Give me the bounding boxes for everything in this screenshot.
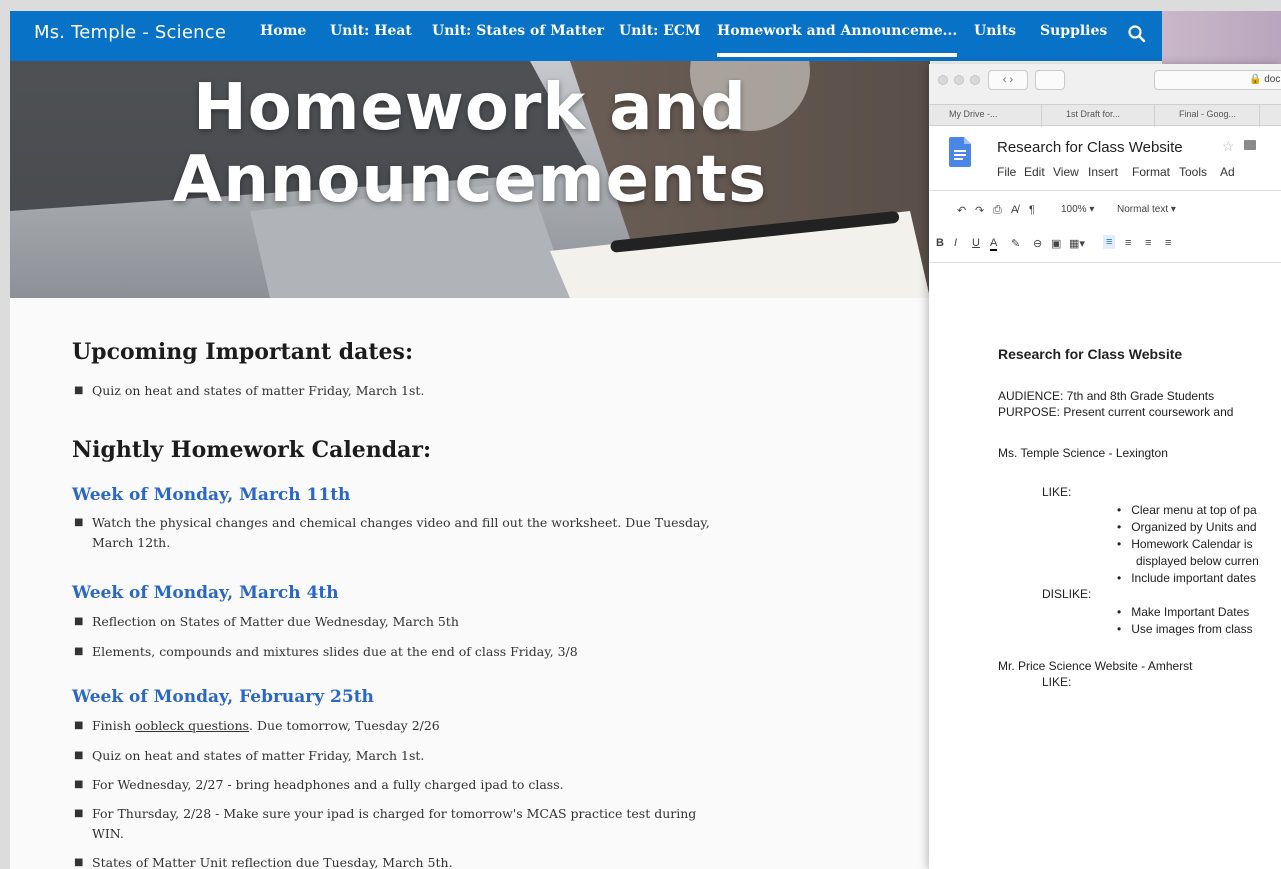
doc-like-label: LIKE: xyxy=(1042,485,1072,499)
oobleck-questions-link[interactable]: oobleck questions xyxy=(135,718,249,733)
doc-bullet: • Make Important Dates xyxy=(1117,605,1250,619)
link-icon[interactable]: ⊖ xyxy=(1033,237,1042,250)
zoom-window-button[interactable] xyxy=(970,75,980,85)
italic-icon[interactable]: I xyxy=(954,237,957,249)
spellcheck-icon[interactable]: A̸ xyxy=(1011,204,1018,216)
close-window-button[interactable] xyxy=(938,75,948,85)
doc-heading: Research for Class Website xyxy=(998,346,1183,362)
browser-tab[interactable]: 1st Draft for... xyxy=(1066,109,1120,119)
doc-bullet: • Organized by Units and xyxy=(1117,520,1257,534)
doc-bullet: • Clear menu at top of pa xyxy=(1117,503,1257,517)
nav-homework-announcements[interactable]: Homework and Announceme... xyxy=(717,23,958,57)
menu-file[interactable]: File xyxy=(997,165,1016,179)
underline-icon[interactable]: U xyxy=(972,237,980,249)
site-brand[interactable]: Ms. Temple - Science xyxy=(34,22,226,43)
week-heading: Week of Monday, March 11th xyxy=(72,485,351,505)
browser-tab[interactable]: Final - Goog... xyxy=(1179,109,1236,119)
list-item: ■ For Thursday, 2/28 - Make sure your ipa… xyxy=(74,806,697,841)
list-item: ■ Finish oobleck questions. Due tomorrow,… xyxy=(74,718,440,733)
print-icon[interactable]: ⎙ xyxy=(993,204,1002,217)
heading-important-dates: Upcoming Important dates: xyxy=(72,339,414,365)
list-item: ■ Quiz on heat and states of matter Frida… xyxy=(74,748,425,763)
search-icon[interactable] xyxy=(1126,23,1148,45)
image-icon[interactable]: ▦▾ xyxy=(1069,237,1085,250)
doc-like2-label: LIKE: xyxy=(1042,675,1072,689)
doc-title[interactable]: Research for Class Website xyxy=(997,139,1183,156)
doc-bullet: • Include important dates xyxy=(1117,571,1256,585)
hero-banner: Homework and Announcements xyxy=(10,61,930,298)
menu-tools[interactable]: Tools xyxy=(1179,165,1207,179)
week-heading: Week of Monday, March 4th xyxy=(72,583,339,603)
list-item: ■ Quiz on heat and states of matter Frida… xyxy=(74,383,425,398)
menu-addons[interactable]: Ad xyxy=(1220,165,1235,179)
address-bar[interactable]: 🔒 doc xyxy=(1154,70,1281,90)
google-doc-window: ‹ › 🔒 doc My Drive -... 1st Draft for...… xyxy=(929,64,1281,869)
list-item: ■ Watch the physical changes and chemical… xyxy=(74,515,710,550)
justify-icon[interactable]: ≡ xyxy=(1165,237,1171,249)
browser-tabbar: My Drive -... 1st Draft for... Final - G… xyxy=(929,104,1281,127)
menu-format[interactable]: Format xyxy=(1132,165,1170,179)
doc-purpose: PURPOSE: Present current coursework and xyxy=(998,405,1234,419)
desktop-background xyxy=(1162,11,1281,66)
nav-unit-states-of-matter[interactable]: Unit: States of Matter xyxy=(432,23,604,39)
page-title-line1: Homework and xyxy=(193,71,747,145)
week-heading: Week of Monday, February 25th xyxy=(72,687,374,707)
docs-icon[interactable] xyxy=(949,137,971,167)
star-icon[interactable]: ☆ xyxy=(1222,138,1235,155)
zoom-select[interactable]: 100% ▾ xyxy=(1061,204,1094,215)
doc-site2: Mr. Price Science Website - Amherst xyxy=(998,659,1193,673)
list-item: ■ For Wednesday, 2/27 - bring headphones … xyxy=(74,777,564,792)
highlight-icon[interactable]: ✎ xyxy=(1011,237,1020,250)
back-forward-buttons[interactable]: ‹ › xyxy=(988,70,1028,90)
browser-tab[interactable]: My Drive -... xyxy=(949,109,998,119)
style-select[interactable]: Normal text ▾ xyxy=(1117,204,1176,215)
nav-unit-heat[interactable]: Unit: Heat xyxy=(330,23,412,39)
doc-bullet: • Use images from class xyxy=(1117,622,1253,636)
nav-home[interactable]: Home xyxy=(260,23,306,39)
bold-icon[interactable]: B xyxy=(936,237,944,249)
sidebar-toggle-button[interactable] xyxy=(1035,70,1065,90)
nav-supplies[interactable]: Supplies xyxy=(1040,23,1107,39)
menu-insert[interactable]: Insert xyxy=(1088,165,1118,179)
doc-site1: Ms. Temple Science - Lexington xyxy=(998,446,1168,460)
folder-icon[interactable] xyxy=(1244,140,1256,150)
align-center-icon[interactable]: ≡ xyxy=(1125,237,1131,249)
doc-bullet-cont: displayed below curren xyxy=(1136,554,1259,568)
nav-units[interactable]: Units xyxy=(974,23,1016,39)
menu-edit[interactable]: Edit xyxy=(1024,165,1045,179)
minimize-window-button[interactable] xyxy=(954,75,964,85)
top-nav: Ms. Temple - Science Home Unit: Heat Uni… xyxy=(10,11,1162,61)
paint-format-icon[interactable]: ¶ xyxy=(1029,204,1035,216)
align-right-icon[interactable]: ≡ xyxy=(1145,237,1151,249)
doc-bullet: • Homework Calendar is xyxy=(1117,537,1253,551)
menu-view[interactable]: View xyxy=(1053,165,1079,179)
redo-icon[interactable]: ↷ xyxy=(975,204,984,217)
list-item: ■ States of Matter Unit reflection due Tu… xyxy=(74,855,453,869)
text-color-icon[interactable]: A xyxy=(990,237,998,251)
doc-dislike-label: DISLIKE: xyxy=(1042,587,1092,601)
heading-homework-calendar: Nightly Homework Calendar: xyxy=(72,437,432,463)
undo-icon[interactable]: ↶ xyxy=(957,204,966,217)
comment-icon[interactable]: ▣ xyxy=(1051,237,1061,250)
align-left-icon[interactable]: ≡ xyxy=(1103,235,1116,249)
doc-audience: AUDIENCE: 7th and 8th Grade Students xyxy=(998,389,1215,403)
page-title-line2: Announcements xyxy=(172,143,768,217)
nav-unit-ecm[interactable]: Unit: ECM xyxy=(619,23,701,39)
list-item: ■ Reflection on States of Matter due Wed… xyxy=(74,614,459,629)
list-item: ■ Elements, compounds and mixtures slides… xyxy=(74,644,578,659)
